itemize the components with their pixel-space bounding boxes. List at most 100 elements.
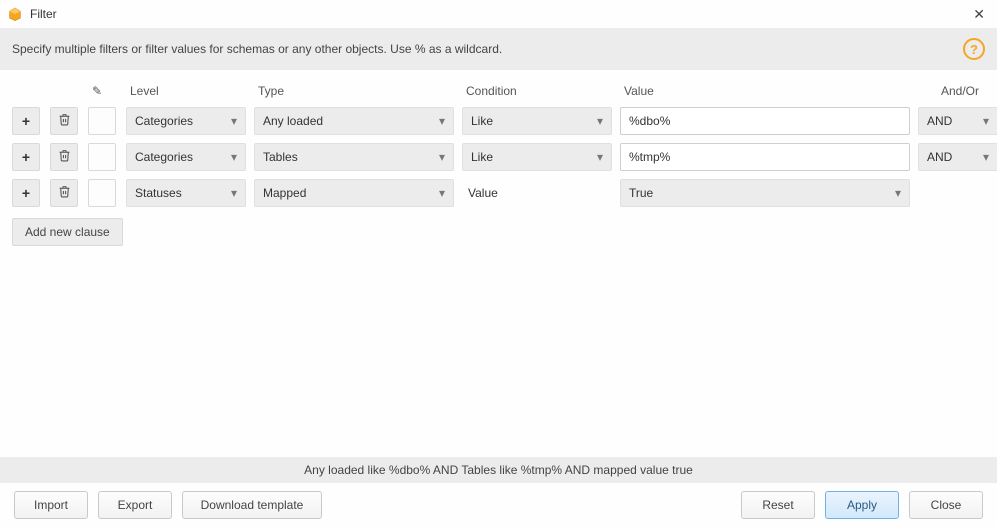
download-template-button[interactable]: Download template: [182, 491, 322, 519]
cell-delete: [50, 106, 80, 136]
type-dropdown[interactable]: Tables▾: [254, 143, 454, 171]
row-checkbox[interactable]: [88, 107, 116, 135]
col-andor: And/Or: [918, 80, 997, 106]
cell-add: +: [12, 142, 42, 172]
cell-condition: Value: [462, 178, 612, 208]
cell-checkbox: [88, 178, 118, 208]
cell-type: Mapped▾: [254, 178, 454, 208]
titlebar: Filter ✕: [0, 0, 997, 28]
level-value: Categories: [135, 150, 231, 164]
andor-value: AND: [927, 114, 983, 128]
level-value: Categories: [135, 114, 231, 128]
cell-level: Categories▾: [126, 142, 246, 172]
cell-andor: AND▾: [918, 142, 997, 172]
row-checkbox[interactable]: [88, 179, 116, 207]
chevron-down-icon: ▾: [597, 150, 603, 164]
filter-dialog: Filter ✕ Specify multiple filters or fil…: [0, 0, 997, 527]
plus-icon: +: [22, 150, 30, 164]
condition-static: Value: [462, 186, 498, 200]
plus-icon: +: [22, 114, 30, 128]
add-clause-button[interactable]: Add new clause: [12, 218, 123, 246]
chevron-down-icon: ▾: [439, 150, 445, 164]
condition-value: Like: [471, 150, 597, 164]
trash-icon: [58, 185, 71, 201]
cell-condition: Like▾: [462, 142, 612, 172]
info-bar: Specify multiple filters or filter value…: [0, 28, 997, 70]
cell-type: Tables▾: [254, 142, 454, 172]
cell-andor: AND▾: [918, 106, 997, 136]
chevron-down-icon: ▾: [231, 150, 237, 164]
value-text: True: [629, 186, 895, 200]
export-button[interactable]: Export: [98, 491, 172, 519]
value-dropdown[interactable]: True▾: [620, 179, 910, 207]
trash-icon: [58, 113, 71, 129]
type-value: Any loaded: [263, 114, 439, 128]
chevron-down-icon: ▾: [231, 114, 237, 128]
value-text: %dbo%: [629, 114, 670, 128]
filter-summary: Any loaded like %dbo% AND Tables like %t…: [0, 457, 997, 483]
cell-checkbox: [88, 106, 118, 136]
row-checkbox[interactable]: [88, 143, 116, 171]
plus-icon: +: [22, 186, 30, 200]
level-dropdown[interactable]: Categories▾: [126, 107, 246, 135]
chevron-down-icon: ▾: [439, 186, 445, 200]
chevron-down-icon: ▾: [439, 114, 445, 128]
add-row-button[interactable]: +: [12, 179, 40, 207]
value-input[interactable]: %dbo%: [620, 107, 910, 135]
cell-add: +: [12, 106, 42, 136]
chevron-down-icon: ▾: [895, 186, 901, 200]
type-value: Tables: [263, 150, 439, 164]
cell-add: +: [12, 178, 42, 208]
cell-andor-empty: [918, 178, 997, 208]
cell-level: Statuses▾: [126, 178, 246, 208]
close-icon[interactable]: ✕: [967, 5, 991, 23]
chevron-down-icon: ▾: [231, 186, 237, 200]
filter-grid: ✎ Level Type Condition Value And/Or +Cat…: [12, 80, 985, 214]
cell-value: %tmp%: [620, 142, 910, 172]
col-type: Type: [254, 80, 454, 106]
col-value: Value: [620, 80, 910, 106]
add-row-button[interactable]: +: [12, 107, 40, 135]
cell-delete: [50, 142, 80, 172]
andor-dropdown[interactable]: AND▾: [918, 107, 997, 135]
window-title: Filter: [30, 7, 57, 21]
cell-level: Categories▾: [126, 106, 246, 136]
condition-dropdown[interactable]: Like▾: [462, 107, 612, 135]
delete-row-button[interactable]: [50, 107, 78, 135]
value-text: %tmp%: [629, 150, 670, 164]
cell-checkbox: [88, 142, 118, 172]
andor-dropdown[interactable]: AND▾: [918, 143, 997, 171]
chevron-down-icon: ▾: [597, 114, 603, 128]
content-area: ✎ Level Type Condition Value And/Or + Cat…: [0, 70, 997, 457]
checkbox-header-icon: ✎: [88, 80, 118, 106]
trash-icon: [58, 149, 71, 165]
level-dropdown[interactable]: Statuses▾: [126, 179, 246, 207]
delete-row-button[interactable]: [50, 143, 78, 171]
cell-value: %dbo%: [620, 106, 910, 136]
footer: Import Export Download template Reset Ap…: [0, 483, 997, 527]
col-condition: Condition: [462, 80, 612, 106]
cell-value: True▾: [620, 178, 910, 208]
add-row-button[interactable]: +: [12, 143, 40, 171]
col-level: Level: [126, 80, 246, 106]
level-value: Statuses: [135, 186, 231, 200]
type-value: Mapped: [263, 186, 439, 200]
delete-row-button[interactable]: [50, 179, 78, 207]
cell-delete: [50, 178, 80, 208]
condition-dropdown[interactable]: Like▾: [462, 143, 612, 171]
type-dropdown[interactable]: Any loaded▾: [254, 107, 454, 135]
chevron-down-icon: ▾: [983, 114, 989, 128]
close-button[interactable]: Close: [909, 491, 983, 519]
reset-button[interactable]: Reset: [741, 491, 815, 519]
app-icon: [6, 5, 24, 23]
cell-type: Any loaded▾: [254, 106, 454, 136]
value-input[interactable]: %tmp%: [620, 143, 910, 171]
type-dropdown[interactable]: Mapped▾: [254, 179, 454, 207]
cell-condition: Like▾: [462, 106, 612, 136]
condition-value: Like: [471, 114, 597, 128]
help-icon[interactable]: ?: [963, 38, 985, 60]
import-button[interactable]: Import: [14, 491, 88, 519]
level-dropdown[interactable]: Categories▾: [126, 143, 246, 171]
apply-button[interactable]: Apply: [825, 491, 899, 519]
andor-value: AND: [927, 150, 983, 164]
